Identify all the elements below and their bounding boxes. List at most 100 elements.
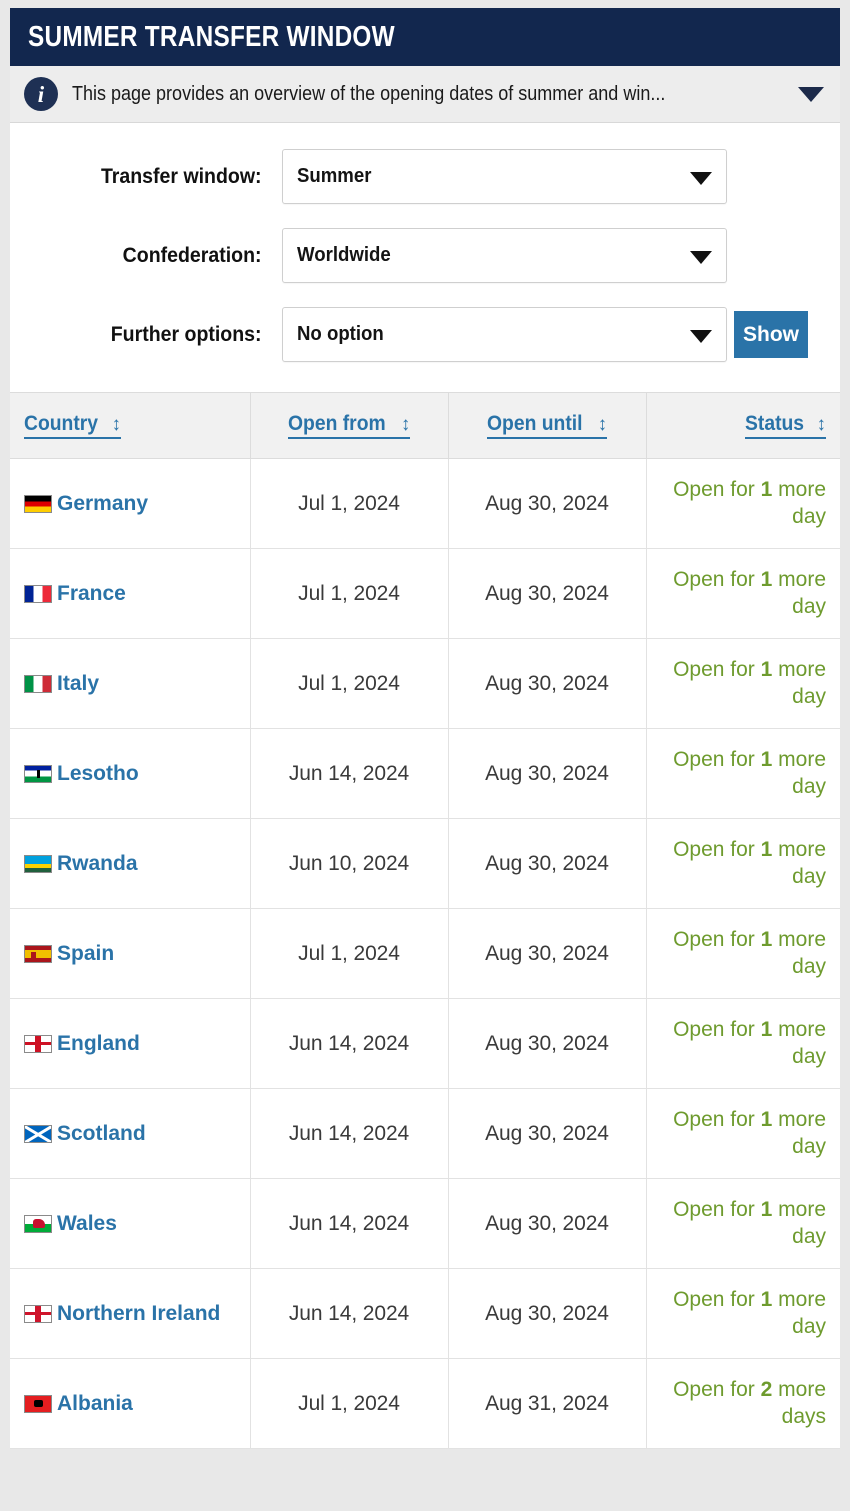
country-link[interactable]: Spain xyxy=(57,942,114,965)
status-badge: Open for 1 more day xyxy=(673,747,826,798)
filter-row-confederation: Confederation: Worldwide xyxy=(10,228,840,283)
status-badge: Open for 1 more day xyxy=(673,1107,826,1158)
cell-status: Open for 1 more day xyxy=(646,998,840,1089)
flag-icon xyxy=(24,584,52,603)
cell-status: Open for 2 more days xyxy=(646,1358,840,1449)
cell-open-from: Jul 1, 2024 xyxy=(250,1358,449,1449)
column-header-open-until[interactable]: Open until ↕ xyxy=(448,392,647,459)
cell-open-until: Aug 30, 2024 xyxy=(448,728,647,819)
flag-icon xyxy=(24,494,52,513)
table-row: Albania Jul 1, 2024 Aug 31, 2024 Open for 2… xyxy=(10,1358,840,1449)
cell-country: Wales xyxy=(10,1178,251,1269)
status-count: 1 xyxy=(760,837,773,861)
cell-status: Open for 1 more day xyxy=(646,728,840,819)
status-badge: Open for 1 more day xyxy=(673,657,826,708)
flag-icon xyxy=(24,674,52,693)
cell-status: Open for 1 more day xyxy=(646,458,840,549)
cell-open-until: Aug 30, 2024 xyxy=(448,818,647,909)
cell-open-from: Jul 1, 2024 xyxy=(250,638,449,729)
status-badge: Open for 1 more day xyxy=(673,1017,826,1068)
status-badge: Open for 1 more day xyxy=(673,1287,826,1338)
info-icon: i xyxy=(24,77,58,111)
confederation-select[interactable]: Worldwide xyxy=(282,228,727,283)
country-link[interactable]: Lesotho xyxy=(57,762,139,785)
table-row: Spain Jul 1, 2024 Aug 30, 2024 Open for 1 m… xyxy=(10,908,840,999)
chevron-down-icon[interactable] xyxy=(798,86,824,102)
flag-icon xyxy=(24,854,52,873)
confederation-label: Confederation: xyxy=(122,243,262,267)
cell-country: Germany xyxy=(10,458,251,549)
filter-panel: Transfer window: Summer Confederation: W… xyxy=(10,123,840,392)
country-link[interactable]: Albania xyxy=(57,1392,133,1415)
column-header-status[interactable]: Status ↕ xyxy=(646,392,840,459)
country-link[interactable]: Germany xyxy=(57,492,148,515)
status-count: 1 xyxy=(760,747,773,771)
table-head: Country ↕ Open from ↕ Open until ↕ Statu… xyxy=(10,392,840,459)
transfer-window-select[interactable]: Summer xyxy=(282,149,727,204)
cell-status: Open for 1 more day xyxy=(646,1178,840,1269)
status-badge: Open for 1 more day xyxy=(673,567,826,618)
country-link[interactable]: Italy xyxy=(57,672,99,695)
country-link[interactable]: Northern Ireland xyxy=(57,1302,220,1325)
cell-open-from: Jun 14, 2024 xyxy=(250,1268,449,1359)
cell-open-from: Jun 14, 2024 xyxy=(250,1088,449,1179)
status-count: 1 xyxy=(760,1107,773,1131)
status-count: 1 xyxy=(760,1197,773,1221)
chevron-down-icon xyxy=(690,250,712,264)
cell-country: France xyxy=(10,548,251,639)
cell-country: Northern Ireland xyxy=(10,1268,251,1359)
status-count: 1 xyxy=(760,1017,773,1041)
status-count: 1 xyxy=(760,657,773,681)
cell-status: Open for 1 more day xyxy=(646,1268,840,1359)
status-count: 1 xyxy=(760,927,773,951)
info-banner[interactable]: i This page provides an overview of the … xyxy=(10,66,840,123)
table-row: Wales Jun 14, 2024 Aug 30, 2024 Open for 1 … xyxy=(10,1178,840,1269)
flag-icon xyxy=(24,764,52,783)
cell-status: Open for 1 more day xyxy=(646,908,840,999)
column-header-open-from[interactable]: Open from ↕ xyxy=(250,392,449,459)
sort-icon: ↕ xyxy=(816,413,827,435)
cell-country: England xyxy=(10,998,251,1089)
cell-country: Scotland xyxy=(10,1088,251,1179)
country-link[interactable]: Rwanda xyxy=(57,852,138,875)
table-row: Scotland Jun 14, 2024 Aug 30, 2024 Open for… xyxy=(10,1088,840,1179)
cell-open-from: Jul 1, 2024 xyxy=(250,548,449,639)
country-link[interactable]: France xyxy=(57,582,126,605)
country-link[interactable]: Scotland xyxy=(57,1122,146,1145)
sort-icon: ↕ xyxy=(400,413,411,435)
column-header-open-from-label: Open from xyxy=(287,412,386,435)
country-link[interactable]: England xyxy=(57,1032,140,1055)
filter-row-transfer-window: Transfer window: Summer xyxy=(10,149,840,204)
status-count: 1 xyxy=(760,477,773,501)
further-options-label: Further options: xyxy=(110,322,262,346)
cell-country: Albania xyxy=(10,1358,251,1449)
table-body: Germany Jul 1, 2024 Aug 30, 2024 Open for 1… xyxy=(10,458,840,1449)
chevron-down-icon xyxy=(690,329,712,343)
cell-open-from: Jun 14, 2024 xyxy=(250,728,449,819)
show-button[interactable]: Show xyxy=(734,311,808,358)
info-banner-text: This page provides an overview of the op… xyxy=(72,82,666,105)
column-header-country[interactable]: Country ↕ xyxy=(10,392,251,459)
cell-status: Open for 1 more day xyxy=(646,1088,840,1179)
cell-open-until: Aug 30, 2024 xyxy=(448,998,647,1089)
country-link[interactable]: Wales xyxy=(57,1212,117,1235)
table-row: Rwanda Jun 10, 2024 Aug 30, 2024 Open for 1… xyxy=(10,818,840,909)
sort-icon: ↕ xyxy=(111,413,122,435)
cell-status: Open for 1 more day xyxy=(646,638,840,729)
cell-status: Open for 1 more day xyxy=(646,548,840,639)
status-count: 2 xyxy=(760,1377,773,1401)
cell-open-until: Aug 30, 2024 xyxy=(448,1178,647,1269)
status-badge: Open for 2 more days xyxy=(673,1377,826,1428)
flag-icon xyxy=(24,1394,52,1413)
further-options-select[interactable]: No option xyxy=(282,307,727,362)
cell-open-until: Aug 30, 2024 xyxy=(448,638,647,729)
cell-open-until: Aug 30, 2024 xyxy=(448,908,647,999)
flag-icon xyxy=(24,944,52,963)
page-root: SUMMER TRANSFER WINDOW i This page provi… xyxy=(0,0,850,1511)
transfer-window-value: Summer xyxy=(297,165,372,187)
status-badge: Open for 1 more day xyxy=(673,477,826,528)
table-row: Germany Jul 1, 2024 Aug 30, 2024 Open for 1… xyxy=(10,458,840,549)
status-count: 1 xyxy=(760,567,773,591)
further-options-value: No option xyxy=(297,323,384,345)
filter-row-further-options: Further options: No option Show xyxy=(10,307,840,362)
